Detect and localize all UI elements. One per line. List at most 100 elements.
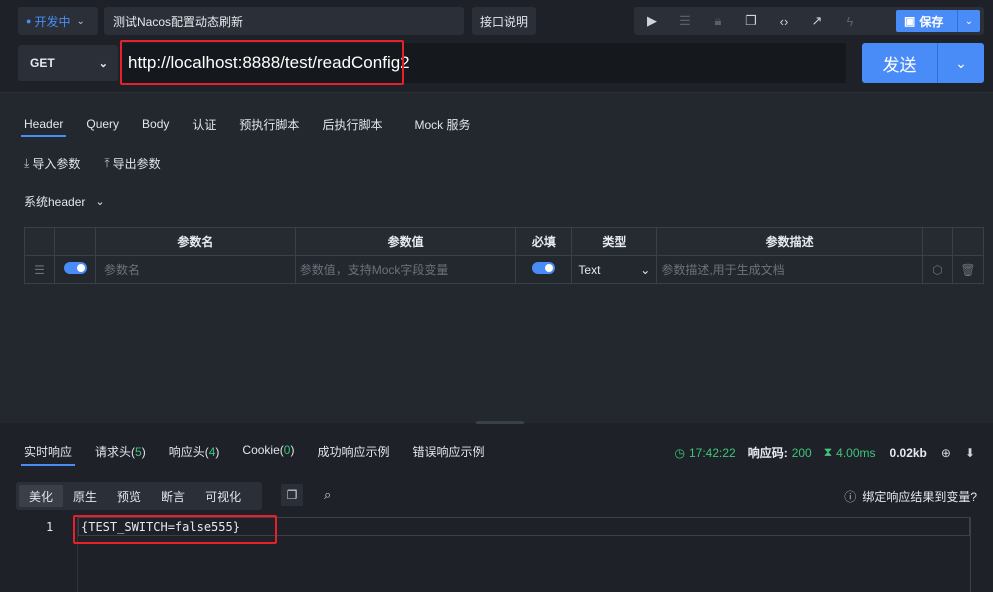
response-size: 0.02kb: [889, 445, 927, 460]
play-icon[interactable]: ▶: [640, 11, 664, 31]
param-name-input[interactable]: 参数名: [94, 255, 296, 284]
table-header-row: 参数名 参数值 必填 类型 参数描述: [24, 227, 985, 256]
bind-label: 绑定响应结果到变量?: [862, 490, 977, 504]
param-desc-input[interactable]: 参数描述,用于生成文档: [656, 255, 923, 284]
toolbar: ▶ ☰ 🔒︎ ❐ ‹› ↗ ϟ ▣ 保存 ⌄: [634, 7, 984, 35]
doc-button[interactable]: 接口说明: [472, 7, 536, 35]
save-button[interactable]: ▣ 保存 ⌄: [896, 10, 980, 32]
request-panel: Header Query Body 认证 预执行脚本 后执行脚本 Mock 服务…: [0, 93, 993, 423]
tab-request-headers[interactable]: 请求头(5): [95, 443, 146, 466]
environment-selector[interactable]: ● 开发中 ⌄: [18, 7, 98, 35]
tab-label: Cookie: [242, 443, 280, 457]
required-toggle[interactable]: [532, 262, 556, 274]
export-label: 导出参数: [112, 157, 161, 171]
share-icon[interactable]: ↗: [805, 11, 829, 31]
save-icon: ▣: [904, 14, 916, 28]
view-mode-beautify[interactable]: 美化: [19, 485, 64, 507]
col-header-desc: 参数描述: [656, 227, 923, 256]
chevron-down-icon[interactable]: ⌄: [958, 16, 980, 27]
tab-auth[interactable]: 认证: [192, 116, 216, 139]
param-value-input[interactable]: 参数值，支持Mock字段变量: [294, 255, 517, 284]
col-header-name: 参数名: [94, 227, 296, 256]
vertical-scrollbar[interactable]: [970, 517, 984, 592]
globe-icon[interactable]: ⊕: [941, 446, 951, 460]
url-highlight-box: [120, 40, 404, 85]
help-icon: ⓘ: [844, 490, 857, 504]
hourglass-icon: ⧗: [823, 445, 833, 459]
enable-col-header: [53, 227, 96, 256]
env-label: 开发中: [34, 14, 71, 29]
copy-icon[interactable]: ❐: [281, 484, 303, 506]
tab-body[interactable]: Body: [142, 117, 169, 137]
drag-col-header: [24, 227, 55, 256]
send-button[interactable]: 发送 ⌄: [862, 43, 984, 83]
tab-query[interactable]: Query: [86, 117, 119, 137]
request-tabs: Header Query Body 认证 预执行脚本 后执行脚本 Mock 服务: [20, 112, 493, 142]
view-mode-assert[interactable]: 断言: [151, 485, 195, 507]
tab-label: 响应头: [168, 445, 205, 459]
tab-pre-script[interactable]: 预执行脚本: [239, 116, 299, 139]
copy-icon[interactable]: ❐: [739, 11, 763, 31]
list-icon[interactable]: ☰: [673, 11, 697, 31]
send-label: 发送: [862, 43, 938, 83]
system-header-label: 系统header: [24, 195, 86, 209]
download-icon: ⤓: [24, 156, 30, 170]
trash-icon[interactable]: 🗑︎: [951, 255, 985, 284]
tab-error-example[interactable]: 错误响应示例: [412, 443, 484, 466]
count-badge: 0: [283, 443, 291, 457]
type-select[interactable]: Text ⌄: [571, 255, 658, 284]
action-col-header: [921, 227, 953, 256]
tab-realtime-response[interactable]: 实时响应: [20, 443, 76, 466]
lock-icon[interactable]: 🔒︎: [706, 11, 730, 31]
tab-cookie[interactable]: Cookie(0): [242, 443, 294, 466]
system-header-toggle[interactable]: 系统header ⌄: [24, 193, 105, 210]
flash-icon[interactable]: ϟ: [838, 11, 862, 31]
table-row: ☰ 参数名 参数值，支持Mock字段变量 Text ⌄ 参数描述,用于生成文档 …: [24, 255, 985, 284]
view-mode-switch: 美化 原生 预览 断言 可视化: [16, 482, 262, 510]
view-mode-preview[interactable]: 预览: [107, 485, 151, 507]
export-params-button[interactable]: ⤒ 导出参数: [104, 155, 160, 172]
tab-mock[interactable]: Mock 服务: [414, 116, 470, 139]
response-panel: 实时响应 请求头(5) 响应头(4) Cookie(0) 成功响应示例 错误响应…: [0, 424, 993, 592]
params-table: 参数名 参数值 必填 类型 参数描述 ☰ 参数名 参数值，支持Mock字段变量 …: [24, 227, 985, 284]
bind-response-link[interactable]: ⓘ 绑定响应结果到变量?: [844, 488, 977, 505]
drag-handle-icon[interactable]: ☰: [24, 255, 55, 284]
tab-label: 请求头: [95, 445, 132, 459]
code-icon[interactable]: ‹›: [772, 11, 796, 31]
method-label: GET: [30, 56, 55, 70]
enable-toggle[interactable]: [63, 262, 87, 274]
import-params-button[interactable]: ⤓ 导入参数: [24, 155, 80, 172]
status-code: 200: [791, 445, 812, 460]
chevron-down-icon: ⌄: [98, 57, 108, 70]
api-title-input[interactable]: 测试Nacos配置动态刷新: [104, 7, 464, 35]
import-label: 导入参数: [32, 157, 81, 171]
cube-icon[interactable]: ⬡: [921, 255, 953, 284]
col-header-required: 必填: [515, 227, 573, 256]
tab-header[interactable]: Header: [20, 117, 67, 137]
search-icon[interactable]: ⌕: [324, 487, 331, 503]
line-gutter: [0, 515, 78, 592]
tab-post-script[interactable]: 后执行脚本: [322, 116, 382, 139]
count-badge: 4: [208, 445, 216, 459]
tab-success-example[interactable]: 成功响应示例: [317, 443, 389, 466]
col-header-type: 类型: [571, 227, 658, 256]
response-stats: ◷ 17:42:22 响应码: 200 ⧗ 4.00ms 0.02kb ⊕ ⬇: [674, 444, 975, 461]
duration: 4.00ms: [836, 445, 876, 460]
param-actions: ⤓ 导入参数 ⤒ 导出参数: [24, 155, 161, 172]
chevron-down-icon: ⌄: [95, 196, 105, 208]
body-highlight-box: [73, 515, 277, 544]
response-tabs: 实时响应 请求头(5) 响应头(4) Cookie(0) 成功响应示例 错误响应…: [20, 443, 508, 466]
chevron-down-icon[interactable]: ⌄: [938, 55, 984, 72]
view-mode-visualize[interactable]: 可视化: [195, 485, 251, 507]
line-number: 1: [46, 520, 54, 534]
method-select[interactable]: GET ⌄: [18, 45, 118, 81]
type-label: Text: [578, 262, 601, 277]
save-label: 保存: [919, 14, 944, 29]
download-icon[interactable]: ⬇: [965, 446, 975, 460]
tab-response-headers[interactable]: 响应头(4): [169, 443, 220, 466]
count-badge: 5: [135, 445, 142, 459]
view-mode-raw[interactable]: 原生: [63, 485, 107, 507]
clock-icon: ◷: [674, 445, 685, 460]
chevron-down-icon: ⌄: [76, 15, 85, 27]
env-status-dot-icon: ●: [26, 16, 32, 26]
